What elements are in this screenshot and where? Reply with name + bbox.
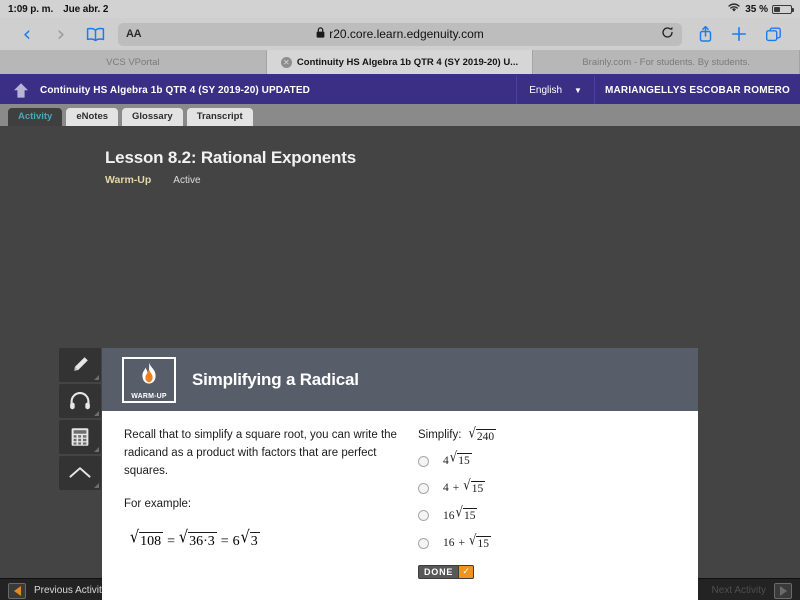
equation-mid-radicand: 36·3 <box>188 532 217 550</box>
browser-tab-strip: VCS VPortal ✕ Continuity HS Algebra 1b Q… <box>0 50 800 76</box>
example-equation: √ 108 = √ 36·3 = 6 √ 3 <box>130 528 260 550</box>
previous-activity-button[interactable]: Previous Activity <box>8 582 107 599</box>
tool-rail <box>59 348 101 490</box>
url-text: r20.core.learn.edgenuity.com <box>329 27 484 41</box>
headphones-icon[interactable] <box>59 384 101 418</box>
tab-glossary[interactable]: Glossary <box>122 107 183 126</box>
next-activity-button[interactable]: Next Activity <box>711 582 792 599</box>
language-label: English <box>529 84 563 96</box>
browser-tab-title: Brainly.com - For students. By students. <box>582 56 751 68</box>
check-icon: ✓ <box>458 565 474 578</box>
equation-lhs-radicand: 108 <box>139 532 164 550</box>
browser-tab-title: VCS VPortal <box>106 56 160 68</box>
answer-choice-label: 4 √ 15 <box>443 449 472 468</box>
browser-tab-title: Continuity HS Algebra 1b QTR 4 (SY 2019-… <box>296 56 519 68</box>
collapse-up-icon[interactable] <box>59 456 101 490</box>
share-icon[interactable] <box>688 25 722 43</box>
answer-choice-label: 16 + √ 15 <box>443 531 491 550</box>
answer-choice-label: 4 + √ 15 <box>443 476 486 495</box>
language-selector[interactable]: English ▼ <box>516 76 595 104</box>
question-prompt: Simplify: √ 240 <box>418 424 497 443</box>
tab-enotes[interactable]: eNotes <box>66 107 119 126</box>
equation-equals-1: = <box>167 533 175 549</box>
status-date: Jue abr. 2 <box>63 3 109 15</box>
browser-tab-0[interactable]: VCS VPortal <box>0 50 267 74</box>
equation-rhs-coefficient: 6 <box>232 533 240 549</box>
plus-icon[interactable] <box>722 26 756 42</box>
tabs-icon[interactable] <box>756 26 790 42</box>
panel-header: WARM-UP Simplifying a Radical <box>102 348 698 411</box>
warmup-badge: WARM-UP <box>122 356 176 403</box>
page-body: Lesson 8.2: Rational Exponents Warm-Up A… <box>0 126 800 600</box>
radio-button[interactable] <box>418 482 429 494</box>
battery-percent: 35 % <box>745 3 768 15</box>
flame-icon <box>138 361 160 393</box>
answer-choice-label: 16 √ 15 <box>443 503 478 523</box>
course-title: Continuity HS Algebra 1b QTR 4 (SY 2019-… <box>40 84 310 96</box>
triangle-left-icon <box>8 582 26 599</box>
lock-icon <box>316 27 325 41</box>
previous-activity-label: Previous Activity <box>34 585 107 596</box>
answer-choice-0[interactable]: 4 √ 15 <box>418 449 684 468</box>
app-header: Continuity HS Algebra 1b QTR 4 (SY 2019-… <box>0 76 800 104</box>
page-title: Lesson 8.2: Rational Exponents <box>105 148 356 167</box>
chevron-right-icon[interactable]: › <box>44 23 78 45</box>
question-column: Simplify: √ 240 4 √ 15 4 + √ 15 16 √ 15 … <box>418 424 684 580</box>
panel-body: Recall that to simplify a square root, y… <box>102 411 698 580</box>
equation-equals-2: = <box>220 533 229 549</box>
chevron-left-icon[interactable]: ‹ <box>10 23 44 45</box>
answer-choice-1[interactable]: 4 + √ 15 <box>418 476 684 496</box>
book-icon[interactable] <box>78 27 112 42</box>
radio-button[interactable] <box>418 537 429 549</box>
activity-content-panel: WARM-UP Simplifying a Radical Recall tha… <box>102 348 698 600</box>
browser-tab-2[interactable]: Brainly.com - For students. By students. <box>533 50 800 74</box>
calculator-icon[interactable] <box>59 420 101 454</box>
reload-icon[interactable] <box>661 26 674 42</box>
ios-status-bar: 1:09 p. m. Jue abr. 2 35 % <box>0 0 800 18</box>
tab-transcript[interactable]: Transcript <box>186 107 253 126</box>
battery-icon <box>772 4 794 14</box>
lesson-stage-label[interactable]: Warm-Up <box>105 174 151 186</box>
lesson-status-label: Active <box>173 174 201 186</box>
answer-choice-3[interactable]: 16 + √ 15 <box>418 531 684 551</box>
answer-choice-2[interactable]: 16 √ 15 <box>418 503 684 523</box>
browser-tab-1[interactable]: ✕ Continuity HS Algebra 1b QTR 4 (SY 201… <box>266 50 534 74</box>
answer-choice-list: 4 √ 15 4 + √ 15 16 √ 15 16 + √ 15 <box>418 449 684 551</box>
equation-rhs-radicand: 3 <box>249 532 260 550</box>
panel-title: Simplifying a Radical <box>192 369 359 389</box>
address-bar[interactable]: AA r20.core.learn.edgenuity.com <box>118 22 682 46</box>
close-icon[interactable]: ✕ <box>280 56 292 68</box>
tab-activity[interactable]: Activity <box>8 107 63 126</box>
lesson-header: Lesson 8.2: Rational Exponents Warm-Up A… <box>0 126 800 186</box>
done-button[interactable]: DONE ✓ <box>418 564 475 579</box>
status-time: 1:09 p. m. <box>8 3 54 15</box>
activity-tab-bar: Activity eNotes Glossary Transcript <box>0 104 800 126</box>
chevron-down-icon: ▼ <box>574 85 582 95</box>
wifi-icon <box>727 2 741 16</box>
highlighter-icon[interactable] <box>59 348 101 382</box>
browser-toolbar: ‹ › AA r20.core.learn.edgenuity.com <box>0 18 800 50</box>
done-button-label: DONE <box>424 566 454 577</box>
lesson-text-column: Recall that to simplify a square root, y… <box>124 427 404 580</box>
lesson-paragraph-2: For example: <box>124 498 192 511</box>
question-prompt-label: Simplify: <box>418 429 462 441</box>
next-activity-label: Next Activity <box>711 585 766 596</box>
warmup-badge-label: WARM-UP <box>131 392 167 400</box>
lesson-paragraph-1: Recall that to simplify a square root, y… <box>124 429 397 477</box>
radio-button[interactable] <box>418 455 429 467</box>
user-name[interactable]: MARIANGELLYS ESCOBAR ROMERO <box>595 85 800 96</box>
radio-button[interactable] <box>418 510 429 522</box>
question-radicand: 240 <box>475 429 497 443</box>
triangle-right-icon <box>774 582 792 599</box>
home-icon[interactable] <box>6 82 36 99</box>
